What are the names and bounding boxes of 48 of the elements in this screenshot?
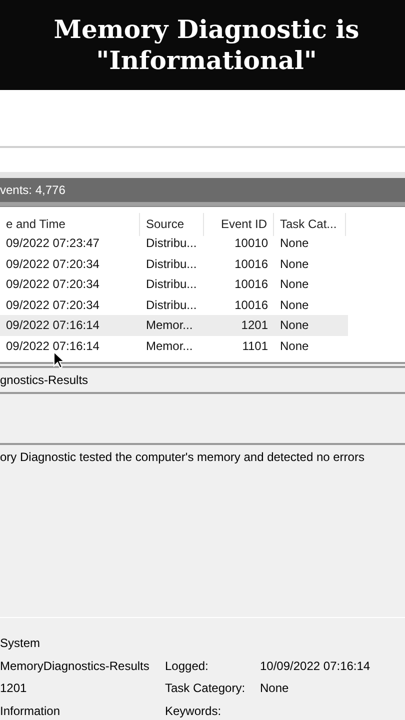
table-cell-text: Distribu...: [145, 256, 198, 271]
table-cell-text: 10016: [234, 277, 269, 292]
column-header[interactable]: Task Cat...: [274, 212, 346, 236]
field-value: MemoryDiagnostics-Results: [0, 658, 150, 673]
table-cell-text: None: [279, 256, 310, 271]
table-cell-text: 09/2022 07:16:14: [5, 338, 100, 353]
event-row[interactable]: 09/2022 07:20:34 Distribu... 10016 None: [0, 274, 348, 295]
table-cell-text: None: [279, 236, 310, 250]
table-cell-text: Distribu...: [145, 298, 198, 312]
field-value: Information: [0, 704, 62, 718]
caption-text: Memory Diagnostic is: [54, 14, 360, 46]
event-row[interactable]: 09/2022 07:20:34 Distribu... 10016 None: [0, 254, 348, 274]
table-cell-text: 09/2022 07:20:34: [5, 256, 100, 271]
events-count: vents: 4,776: [0, 182, 66, 197]
event-row[interactable]: 09/2022 07:16:14 Memor... 1201 None: [0, 315, 348, 336]
table-cell-text: Memor...: [145, 318, 194, 332]
table-cell-text: 09/2022 07:16:14: [5, 318, 100, 332]
field-value: 10/09/2022 07:16:14: [260, 658, 372, 673]
column-header[interactable]: Event ID: [204, 212, 274, 236]
table-cell-text: None: [279, 338, 310, 353]
table-cell-text: Distribu...: [145, 277, 198, 292]
event-description: ory Diagnostic tested the computer's memory and detected no errors: [0, 444, 405, 618]
table-cell-text: 10010: [234, 236, 269, 250]
field-value: None: [260, 681, 290, 696]
table-cell-text: 09/2022 07:20:34: [5, 277, 100, 292]
field-label: Keywords:: [165, 704, 222, 718]
detail-title: gnostics-Results: [0, 372, 88, 387]
table-cell-text: 10016: [234, 256, 269, 271]
column-header[interactable]: Source: [140, 212, 204, 236]
table-cell-text: Distribu...: [145, 236, 198, 250]
field-value: 1201: [0, 681, 28, 696]
caption-text: "Informational": [96, 45, 317, 76]
table-cell-text: 09/2022 07:23:47: [5, 236, 100, 250]
event-row[interactable]: 09/2022 07:20:34 Distribu... 10016 None: [0, 294, 348, 316]
table-cell-text: Memor...: [145, 338, 194, 353]
table-cell-text: None: [279, 318, 310, 332]
field-label: Logged:: [165, 658, 210, 673]
table-cell-text: 1101: [241, 338, 269, 353]
column-header[interactable]: e and Time: [0, 212, 140, 236]
table-cell-text: 10016: [234, 298, 269, 312]
table-cell-text: None: [279, 277, 310, 292]
table-cell-text: 09/2022 07:20:34: [5, 298, 100, 312]
field-value: System: [0, 636, 42, 650]
event-row[interactable]: 09/2022 07:23:47 Distribu... 10010 None: [0, 233, 348, 254]
table-cell-text: 1201: [240, 318, 269, 332]
field-label: Task Category:: [165, 681, 246, 696]
table-cell-text: None: [279, 298, 310, 312]
event-row[interactable]: 09/2022 07:16:14 Memor... 1101 None: [0, 336, 348, 356]
